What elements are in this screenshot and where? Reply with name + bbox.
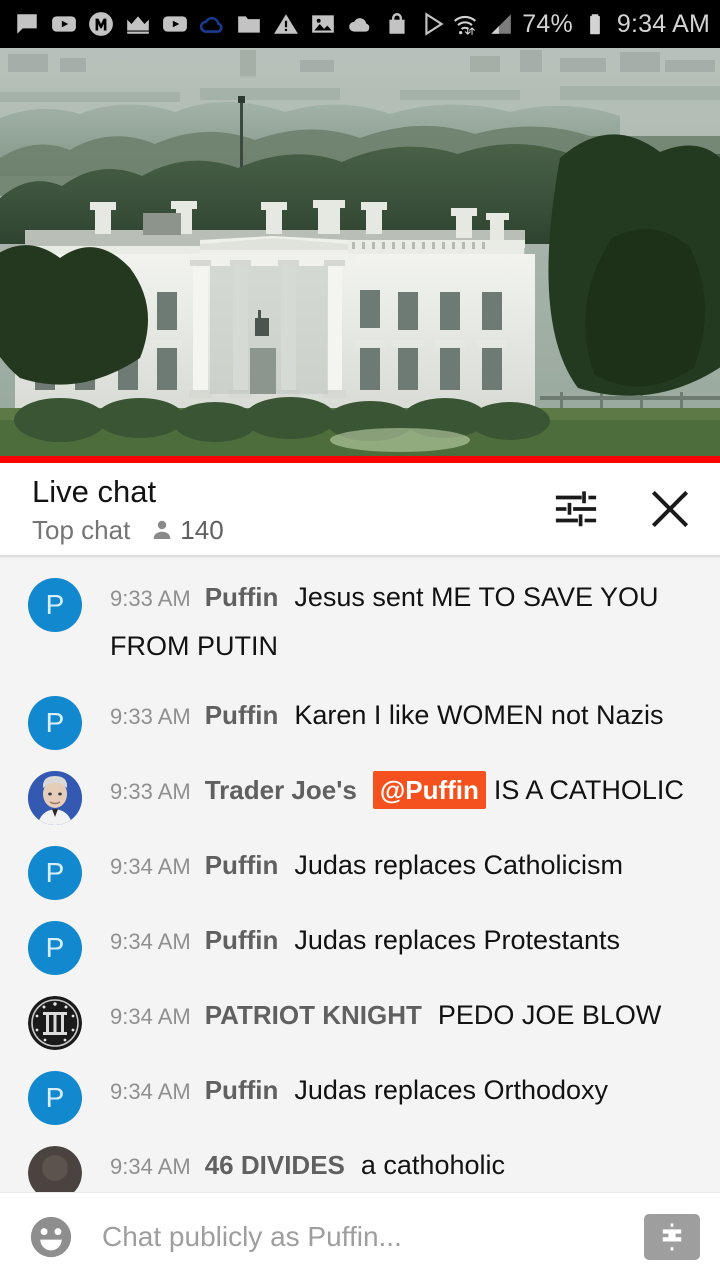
- avatar[interactable]: P: [28, 696, 82, 750]
- chat-message-body: 9:34 AM Puffin Judas replaces Catholicism: [110, 843, 623, 894]
- cloud-outline-icon: [199, 16, 223, 33]
- chat-bubble-icon: [17, 14, 37, 34]
- avatar-emblem: [28, 996, 82, 1050]
- live-chat-message-list[interactable]: P 9:33 AM Puffin Jesus sent ME TO SAVE YOU …: [0, 558, 720, 1195]
- live-chat-title: Live chat: [32, 474, 157, 509]
- battery-icon: [590, 14, 600, 35]
- super-chat-button[interactable]: [644, 1213, 700, 1260]
- message-text: PEDO JOE BLOW: [437, 1000, 662, 1030]
- message-author[interactable]: Trader Joe's: [205, 775, 357, 805]
- wifi-transfer-icon: [454, 15, 477, 35]
- cell-signal-icon: [491, 14, 512, 34]
- monkey-m-icon: [89, 12, 113, 36]
- chat-settings-button[interactable]: [548, 481, 604, 537]
- mention-chip[interactable]: @Puffin: [372, 771, 486, 809]
- chat-message-body: 9:33 AM Trader Joe's @Puffin IS A CATHOLIC: [110, 768, 684, 819]
- chat-message-body: 9:34 AM PATRIOT KNIGHT PEDO JOE BLOW: [110, 993, 661, 1044]
- avatar-photo-dark: [28, 1146, 82, 1195]
- dollar-superchat-icon: [662, 1223, 682, 1250]
- chat-message[interactable]: P 9:34 AM Puffin Judas replaces Catholicism: [0, 834, 720, 909]
- chat-input-field[interactable]: [102, 1220, 644, 1253]
- video-progress-bar[interactable]: [0, 456, 720, 463]
- clock-label: 9:34 AM: [616, 9, 710, 38]
- cloud-filled-icon: [349, 18, 370, 32]
- message-timestamp: 9:34 AM: [110, 854, 191, 879]
- chat-mode-label[interactable]: Top chat: [32, 515, 130, 545]
- message-text: Judas replaces Catholicism: [294, 850, 624, 880]
- avatar[interactable]: [28, 1146, 82, 1195]
- video-player[interactable]: [0, 48, 720, 456]
- chat-input-bar: [0, 1192, 720, 1280]
- message-text: a cathoholic: [360, 1150, 505, 1180]
- avatar[interactable]: P: [28, 1071, 82, 1125]
- warning-triangle-icon: [274, 14, 298, 34]
- live-chat-titles: Live chat Top chat 140: [32, 473, 548, 545]
- avatar[interactable]: P: [28, 578, 82, 632]
- chat-message-body: 9:34 AM 46 DIVIDES a cathoholic: [110, 1143, 505, 1194]
- close-chat-button[interactable]: [642, 481, 698, 537]
- chat-message[interactable]: P 9:33 AM Puffin Jesus sent ME TO SAVE YOU …: [0, 566, 720, 684]
- chat-message[interactable]: P 9:33 AM Puffin Karen I like WOMEN not Naz…: [0, 684, 720, 759]
- battery-percent-label: 74%: [522, 9, 573, 38]
- message-text: Jesus sent ME TO SAVE YOU FROM PUTIN: [110, 582, 659, 661]
- chat-message[interactable]: 9:33 AM Trader Joe's @Puffin IS A CATHOLIC: [0, 759, 720, 834]
- message-author[interactable]: Puffin: [205, 850, 279, 880]
- message-timestamp: 9:34 AM: [110, 1079, 191, 1104]
- chat-message[interactable]: P 9:34 AM Puffin Judas replaces Orthodoxy: [0, 1059, 720, 1134]
- chat-message[interactable]: 9:34 AM PATRIOT KNIGHT PEDO JOE BLOW: [0, 984, 720, 1059]
- emoji-face-icon[interactable]: [28, 1214, 74, 1260]
- message-text: Karen I like WOMEN not Nazis: [294, 700, 664, 730]
- viewer-count-label: 140: [180, 515, 224, 545]
- status-bar-system-icons: 74% 9:34 AM: [452, 10, 710, 39]
- message-author[interactable]: Puffin: [205, 700, 279, 730]
- tune-icon: [555, 491, 597, 527]
- message-timestamp: 9:34 AM: [110, 1154, 191, 1179]
- live-chat-header: Live chat Top chat 140: [0, 463, 720, 555]
- message-text: Judas replaces Orthodoxy: [294, 1075, 609, 1105]
- youtube-play-icon-2: [163, 16, 187, 32]
- message-text: Judas replaces Protestants: [294, 925, 621, 955]
- chat-message-body: 9:33 AM Puffin Karen I like WOMEN not Nazi…: [110, 693, 663, 744]
- status-bar: 74% 9:34 AM: [0, 0, 720, 48]
- message-author[interactable]: Puffin: [205, 1075, 279, 1105]
- message-timestamp: 9:33 AM: [110, 586, 191, 611]
- youtube-play-icon: [52, 16, 76, 32]
- message-author[interactable]: 46 DIVIDES: [205, 1150, 345, 1180]
- chat-message-body: 9:34 AM Puffin Judas replaces Protestants: [110, 918, 620, 969]
- avatar[interactable]: [28, 771, 82, 825]
- shopping-bag-icon: [389, 13, 405, 34]
- white-house-scene: [0, 48, 720, 456]
- message-author[interactable]: Puffin: [205, 925, 279, 955]
- person-icon: [153, 520, 171, 539]
- message-timestamp: 9:34 AM: [110, 1004, 191, 1029]
- avatar-photo: [28, 771, 82, 825]
- status-bar-notification-icons: [14, 11, 452, 37]
- chat-message[interactable]: P 9:34 AM Puffin Judas replaces Protestants: [0, 909, 720, 984]
- crown-icon: [127, 16, 149, 34]
- chat-message-body: 9:33 AM Puffin Jesus sent ME TO SAVE YOU F…: [110, 575, 704, 675]
- live-chat-subline: Top chat 140: [32, 515, 548, 545]
- photo-icon: [312, 15, 334, 33]
- message-author[interactable]: PATRIOT KNIGHT: [205, 1000, 422, 1030]
- folder-icon: [238, 16, 260, 33]
- message-timestamp: 9:33 AM: [110, 704, 191, 729]
- close-icon: [651, 490, 689, 528]
- message-timestamp: 9:34 AM: [110, 929, 191, 954]
- chat-message[interactable]: 9:34 AM 46 DIVIDES a cathoholic: [0, 1134, 720, 1195]
- chat-message-body: 9:34 AM Puffin Judas replaces Orthodoxy: [110, 1068, 608, 1119]
- message-text: IS A CATHOLIC: [493, 775, 684, 805]
- play-store-icon: [425, 12, 444, 36]
- avatar[interactable]: P: [28, 846, 82, 900]
- message-author[interactable]: Puffin: [205, 582, 279, 612]
- avatar[interactable]: P: [28, 921, 82, 975]
- avatar[interactable]: [28, 996, 82, 1050]
- message-timestamp: 9:33 AM: [110, 779, 191, 804]
